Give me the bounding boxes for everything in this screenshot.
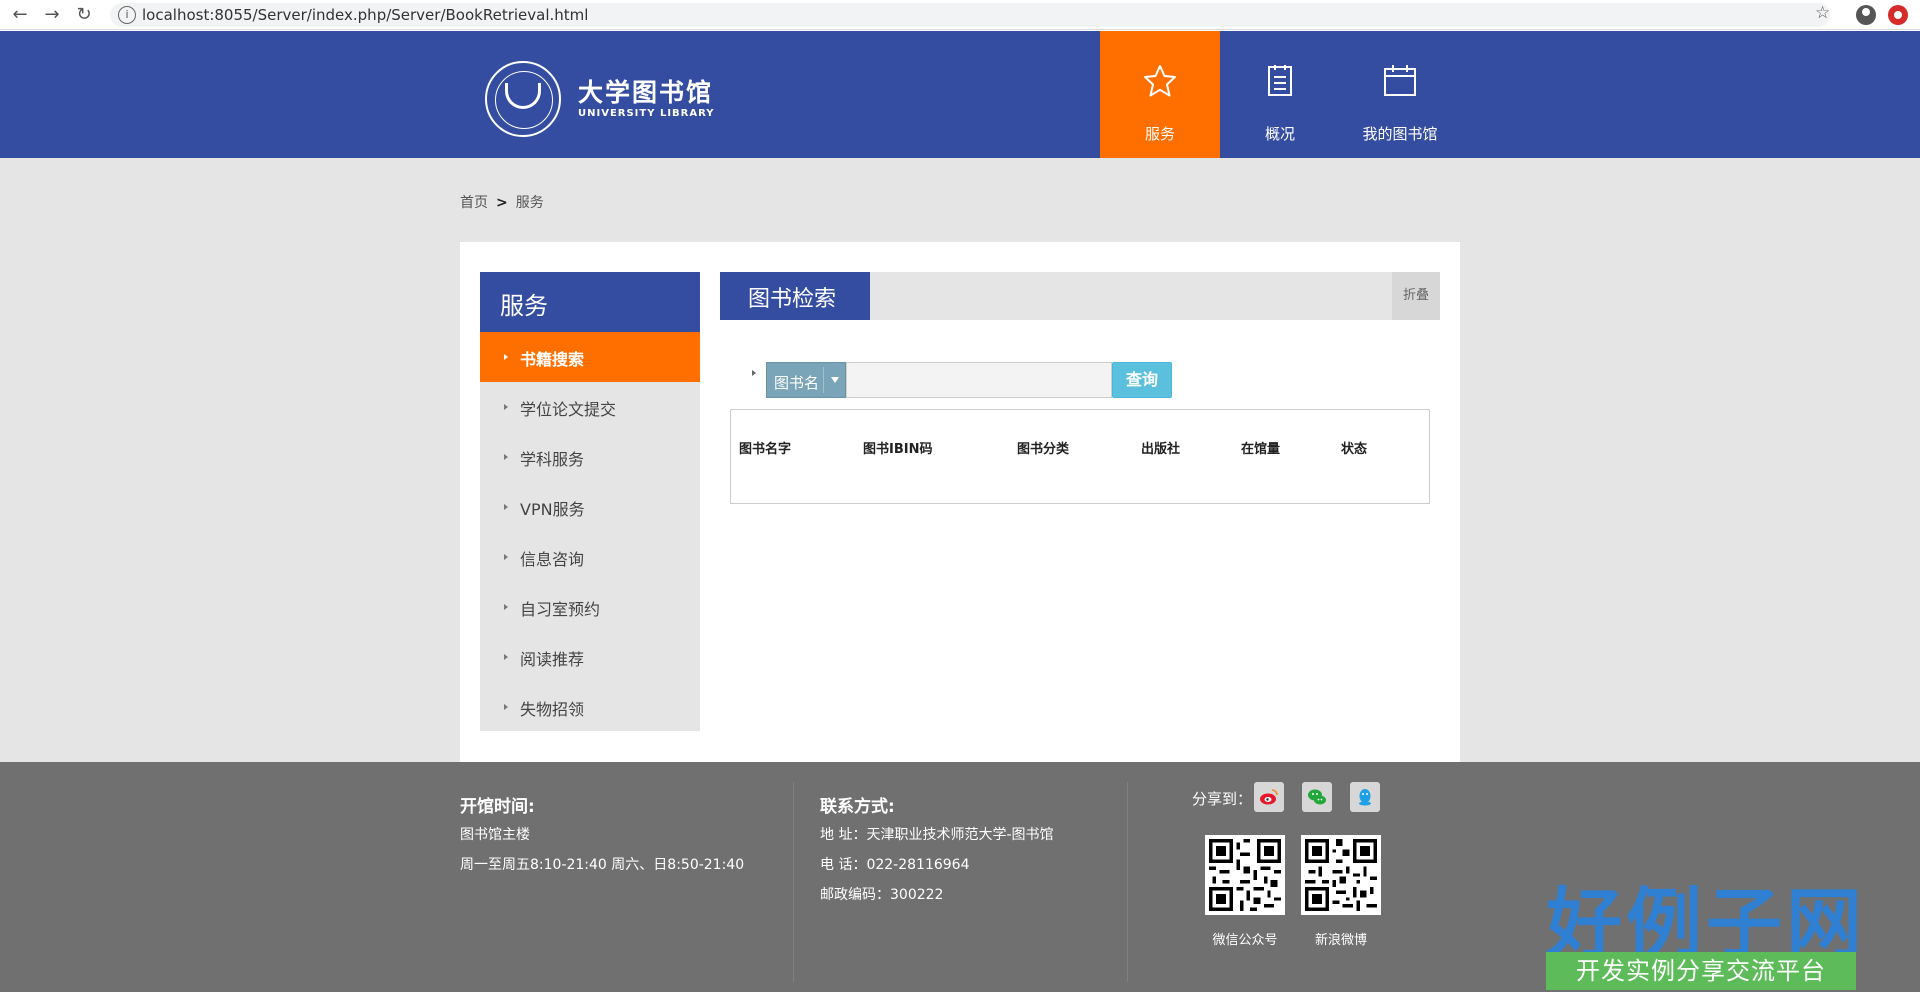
search-field-value: 图书名 xyxy=(774,374,820,392)
bullet-icon xyxy=(504,504,508,510)
sidebar-item-study-room[interactable]: 自习室预约 xyxy=(480,582,700,632)
search-button[interactable]: 查询 xyxy=(1112,362,1172,398)
sidebar-item-label: 阅读推荐 xyxy=(520,650,585,669)
brand-watermark-tagline: 开发实例分享交流平台 xyxy=(1546,952,1856,990)
address-bar[interactable]: i localhost:8055/Server/index.php/Server… xyxy=(110,3,1830,27)
bullet-icon xyxy=(752,370,756,376)
sidebar-item-reading[interactable]: 阅读推荐 xyxy=(480,632,700,682)
bullet-icon xyxy=(504,354,508,360)
nav-label: 服务 xyxy=(1144,125,1175,143)
nav-label: 概况 xyxy=(1264,125,1295,143)
extension-icon[interactable] xyxy=(1888,5,1908,25)
bullet-icon xyxy=(504,554,508,560)
qr-label-wechat: 微信公众号 xyxy=(1212,933,1278,948)
contact-address: 地 址：天津职业技术师范大学-图书馆 xyxy=(820,827,1054,843)
qr-code-icon xyxy=(1209,839,1281,911)
reload-icon[interactable]: ↻ xyxy=(72,3,96,27)
university-seal-icon[interactable] xyxy=(485,61,561,137)
sidebar-item-label: 自习室预约 xyxy=(520,600,601,619)
nav-label: 我的图书馆 xyxy=(1362,125,1438,143)
qr-code-icon xyxy=(1305,839,1377,911)
document-icon xyxy=(1268,65,1292,96)
url-text: localhost:8055/Server/index.php/Server/B… xyxy=(142,6,589,24)
sidebar-item-label: 学位论文提交 xyxy=(520,400,617,419)
footer-divider xyxy=(793,782,794,982)
sidebar-item-label: 学科服务 xyxy=(520,450,585,469)
hours-title: 开馆时间: xyxy=(460,797,535,817)
column-header-status: 状态 xyxy=(1341,442,1368,457)
footer-divider xyxy=(1127,782,1128,982)
nav-item-services[interactable]: 服务 xyxy=(1100,31,1220,165)
caret-down-icon xyxy=(831,377,839,383)
search-input[interactable] xyxy=(846,362,1112,398)
qr-label-weibo: 新浪微博 xyxy=(1314,933,1367,948)
bookmark-star-icon[interactable]: ☆ xyxy=(1815,3,1830,23)
forward-arrow-icon[interactable]: → xyxy=(40,3,64,27)
bullet-icon xyxy=(504,704,508,710)
share-label: 分享到： xyxy=(1192,790,1253,808)
qq-share-button[interactable] xyxy=(1350,782,1380,812)
site-header: 大学图书馆 UNIVERSITY LIBRARY 服务 概况 我的图书馆 xyxy=(0,31,1920,165)
bullet-icon xyxy=(504,654,508,660)
breadcrumb-home[interactable]: 首页 xyxy=(460,195,488,211)
sidebar-item-label: 信息咨询 xyxy=(520,550,585,569)
star-icon xyxy=(1144,65,1176,97)
browser-toolbar: ← → ↻ i localhost:8055/Server/index.php/… xyxy=(0,0,1920,30)
column-header-publisher: 出版社 xyxy=(1141,442,1181,457)
column-header-title: 图书名字 xyxy=(739,442,792,457)
weibo-qr-code xyxy=(1301,835,1381,915)
wechat-icon xyxy=(1308,789,1326,805)
sidebar-item-thesis-submission[interactable]: 学位论文提交 xyxy=(480,382,700,432)
weibo-share-button[interactable] xyxy=(1254,782,1284,812)
results-table: 图书名字 图书IBIN码 图书分类 出版社 在馆量 状态 xyxy=(730,409,1430,504)
sidebar: 服务 书籍搜索 学位论文提交 学科服务 VPN服务 信息咨询 自习室预约 阅读推… xyxy=(480,272,700,731)
collapse-button[interactable]: 折叠 xyxy=(1392,272,1440,320)
search-field-select[interactable]: 图书名 xyxy=(766,362,846,398)
sidebar-item-subject-services[interactable]: 学科服务 xyxy=(480,432,700,482)
info-icon[interactable]: i xyxy=(118,6,136,24)
column-header-ibin: 图书IBIN码 xyxy=(863,442,933,457)
nav-item-overview[interactable]: 概况 xyxy=(1220,31,1340,158)
breadcrumb-current: 服务 xyxy=(515,195,544,211)
breadcrumb-separator: > xyxy=(496,195,508,211)
hours-place: 图书馆主楼 xyxy=(460,827,530,843)
sidebar-item-lost-found[interactable]: 失物招领 xyxy=(480,682,700,732)
section-title: 图书检索 xyxy=(720,272,870,320)
hours-detail: 周一至周五8:10-21:40 周六、日8:50-21:40 xyxy=(460,857,745,873)
section-header: 图书检索 折叠 xyxy=(720,272,1440,320)
column-header-stock: 在馆量 xyxy=(1241,442,1281,457)
sidebar-title: 服务 xyxy=(480,272,700,332)
logo-subtitle: UNIVERSITY LIBRARY xyxy=(578,108,715,119)
profile-icon[interactable] xyxy=(1856,5,1876,25)
sidebar-item-label: 失物招领 xyxy=(520,700,585,719)
sidebar-item-book-search[interactable]: 书籍搜索 xyxy=(480,332,700,382)
contact-postcode: 邮政编码：300222 xyxy=(820,887,944,903)
page-bottom xyxy=(0,992,1920,1002)
breadcrumb: 首页 > 服务 xyxy=(460,192,544,212)
sidebar-item-info-consult[interactable]: 信息咨询 xyxy=(480,532,700,582)
logo-title[interactable]: 大学图书馆 xyxy=(578,73,713,109)
back-arrow-icon[interactable]: ← xyxy=(8,3,32,27)
bullet-icon xyxy=(504,454,508,460)
wechat-share-button[interactable] xyxy=(1302,782,1332,812)
bullet-icon xyxy=(504,604,508,610)
sidebar-item-label: 书籍搜索 xyxy=(520,350,585,369)
contact-phone: 电 话：022-28116964 xyxy=(820,857,970,873)
contact-title: 联系方式: xyxy=(820,797,895,817)
nav-item-my-library[interactable]: 我的图书馆 xyxy=(1340,31,1460,158)
qq-icon xyxy=(1359,789,1371,806)
sidebar-item-label: VPN服务 xyxy=(520,500,585,519)
wechat-qr-code xyxy=(1205,835,1285,915)
calendar-icon xyxy=(1384,65,1416,96)
bullet-icon xyxy=(504,404,508,410)
weibo-icon xyxy=(1260,789,1278,805)
column-header-category: 图书分类 xyxy=(1017,442,1070,457)
sidebar-item-vpn[interactable]: VPN服务 xyxy=(480,482,700,532)
